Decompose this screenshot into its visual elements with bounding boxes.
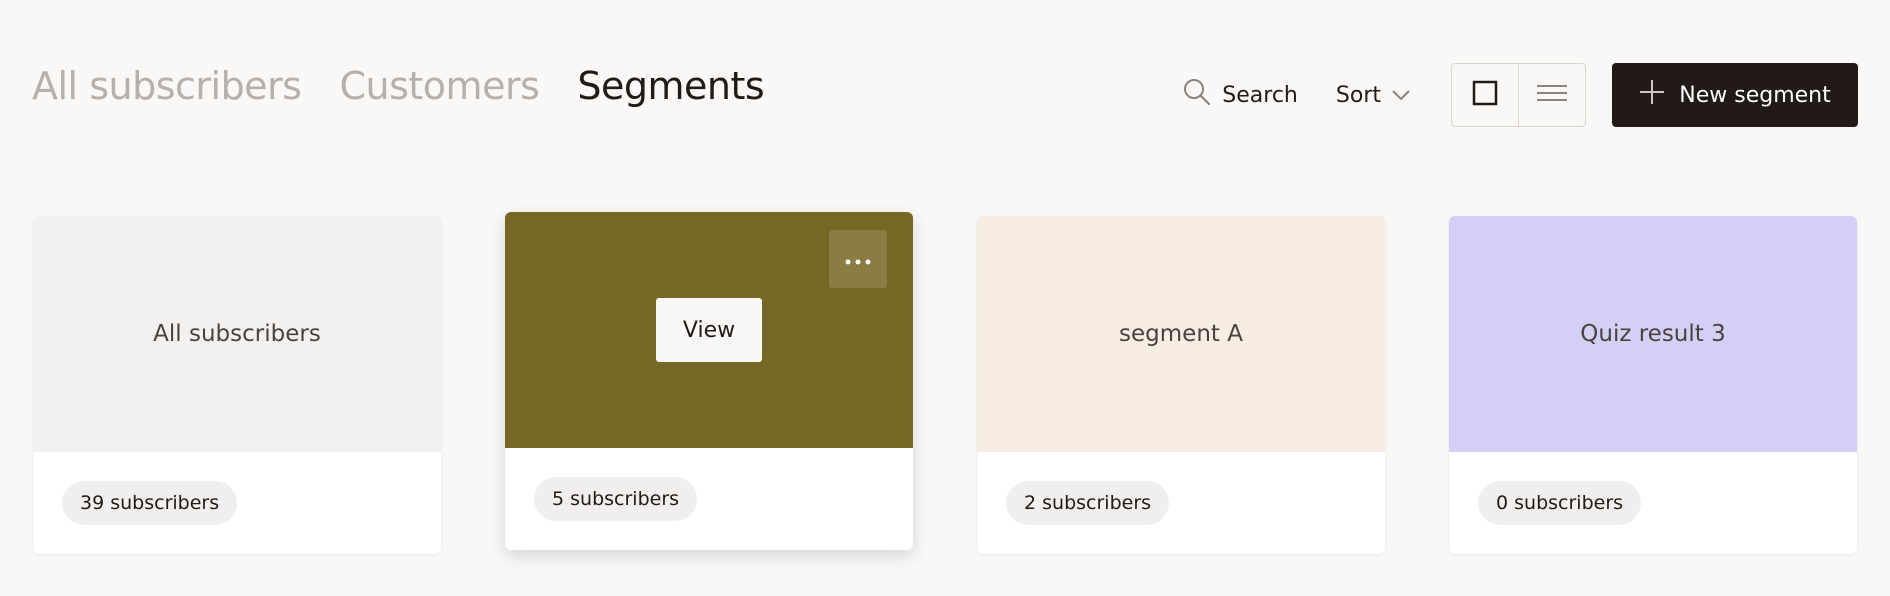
list-view-button[interactable] [1518, 64, 1585, 126]
card-preview: Quiz result 3 [1449, 216, 1857, 452]
view-button[interactable]: View [656, 298, 762, 362]
segment-card[interactable]: segment A 2 subscribers [977, 216, 1385, 554]
card-preview: View [505, 212, 913, 448]
card-footer: 0 subscribers [1449, 452, 1857, 554]
more-options-button[interactable] [829, 230, 887, 288]
more-horizontal-icon [845, 250, 871, 269]
top-bar: All subscribers Customers Segments Searc… [0, 0, 1890, 190]
sort-label: Sort [1335, 82, 1381, 108]
subscriber-count-badge: 2 subscribers [1006, 481, 1170, 525]
search-icon [1182, 77, 1212, 113]
segment-tabs: All subscribers Customers Segments [32, 64, 765, 108]
subscriber-count-badge: 5 subscribers [534, 477, 698, 521]
tab-all-subscribers[interactable]: All subscribers [32, 64, 302, 108]
segment-cards: All subscribers 39 subscribers View 5 su… [33, 212, 1857, 554]
tab-segments[interactable]: Segments [577, 64, 764, 108]
grid-view-button[interactable] [1452, 64, 1518, 126]
view-toggle [1451, 63, 1586, 127]
card-title: Quiz result 3 [1580, 321, 1726, 347]
tab-customers[interactable]: Customers [339, 64, 539, 108]
search-button[interactable]: Search [1182, 77, 1298, 113]
card-footer: 2 subscribers [977, 452, 1385, 554]
subscriber-count-badge: 0 subscribers [1478, 481, 1642, 525]
card-title: All subscribers [153, 321, 321, 347]
card-preview: All subscribers [33, 216, 441, 452]
segment-card[interactable]: View 5 subscribers [505, 212, 913, 550]
chevron-down-icon [1391, 83, 1411, 108]
search-label: Search [1222, 82, 1298, 108]
grid-view-icon [1472, 80, 1498, 110]
plus-icon [1639, 79, 1665, 111]
sort-dropdown[interactable]: Sort [1336, 83, 1411, 108]
segment-card[interactable]: Quiz result 3 0 subscribers [1449, 216, 1857, 554]
segment-card[interactable]: All subscribers 39 subscribers [33, 216, 441, 554]
card-footer: 39 subscribers [33, 452, 441, 554]
list-view-icon [1537, 83, 1567, 107]
card-preview: segment A [977, 216, 1385, 452]
toolbar-actions: Search Sort New segment [1182, 63, 1858, 127]
new-segment-button[interactable]: New segment [1612, 63, 1858, 127]
new-segment-label: New segment [1679, 82, 1831, 108]
card-title: segment A [1119, 321, 1243, 347]
card-footer: 5 subscribers [505, 448, 913, 550]
subscriber-count-badge: 39 subscribers [62, 481, 238, 525]
